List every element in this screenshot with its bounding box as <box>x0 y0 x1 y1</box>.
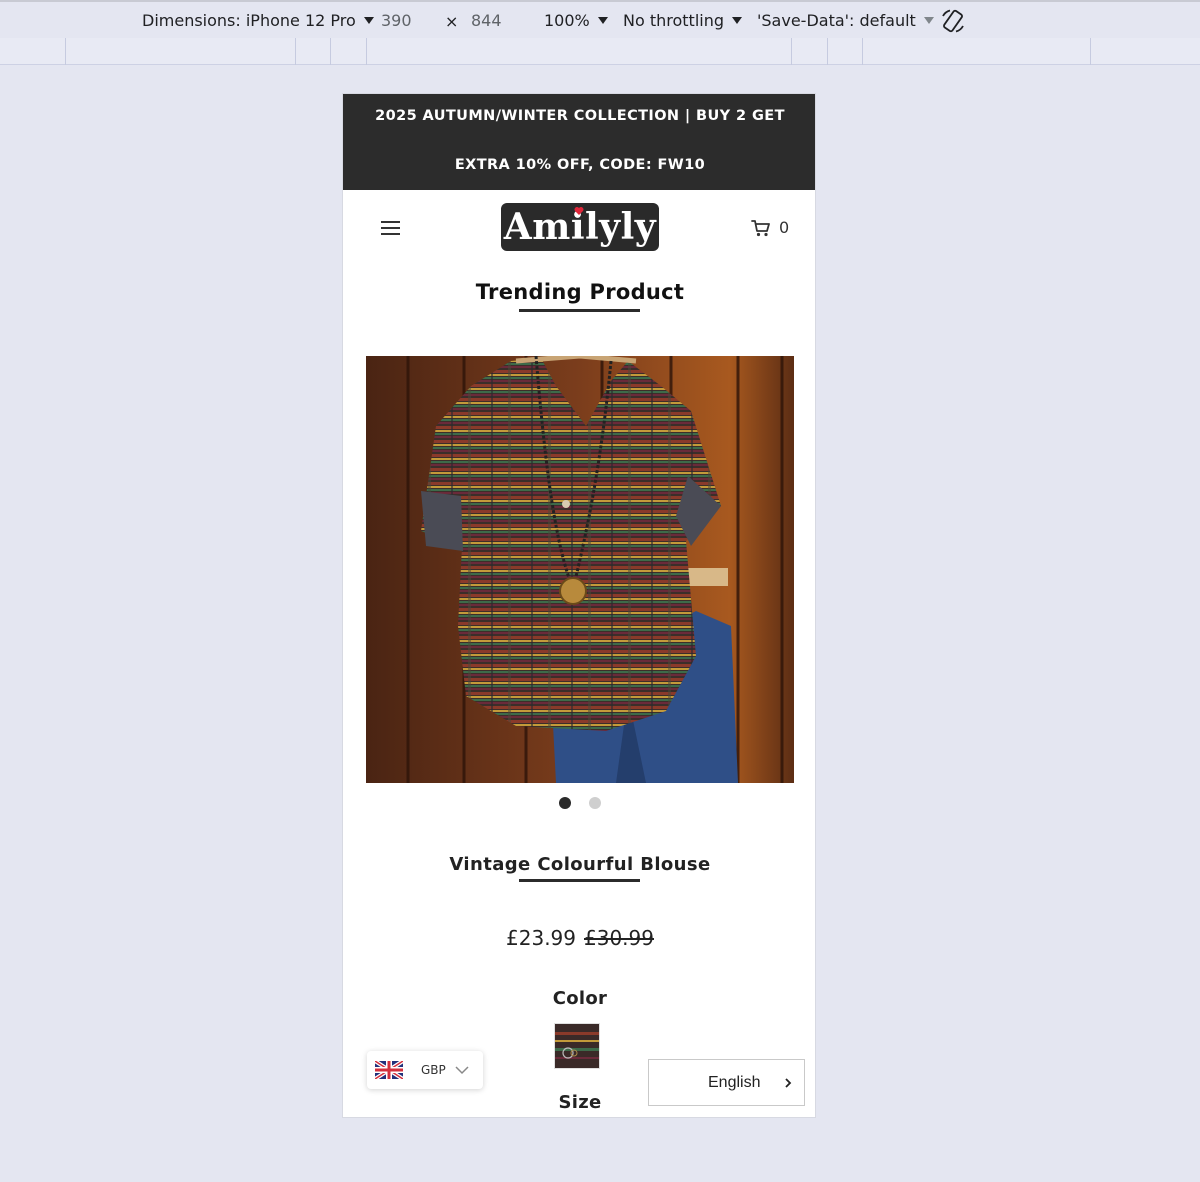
device-selector[interactable]: Dimensions: iPhone 12 Pro <box>142 11 374 30</box>
rotate-icon[interactable] <box>940 8 966 34</box>
ruler-mark[interactable] <box>295 38 296 65</box>
media-query-ruler <box>0 38 1200 65</box>
throttling-value: No throttling <box>623 11 725 30</box>
save-data-selector[interactable]: 'Save-Data': default <box>757 11 934 30</box>
ruler-mark[interactable] <box>65 38 66 65</box>
store-logo[interactable]: Amilyly <box>501 203 659 251</box>
chevron-down-icon <box>732 17 743 24</box>
carousel-dot[interactable] <box>559 797 571 809</box>
zoom-selector[interactable]: 100% <box>544 11 608 30</box>
ruler-mark[interactable] <box>330 38 331 65</box>
product-image[interactable] <box>366 356 794 783</box>
width-input[interactable]: 390 <box>381 11 412 30</box>
cart-button[interactable]: 0 <box>751 218 789 237</box>
uk-flag-icon <box>375 1061 403 1079</box>
device-viewport: 2025 AUTUMN/WINTER COLLECTION | BUY 2 GE… <box>342 93 816 1118</box>
promo-banner[interactable]: 2025 AUTUMN/WINTER COLLECTION | BUY 2 GE… <box>343 94 815 190</box>
device-label: Dimensions: iPhone 12 Pro <box>142 11 356 30</box>
language-label: English <box>708 1073 761 1091</box>
cart-icon <box>751 219 770 236</box>
chevron-right-icon <box>785 1077 792 1088</box>
product-name[interactable]: Vintage Colourful Blouse <box>343 854 815 875</box>
image-carousel-dots <box>343 797 815 809</box>
ruler-mark[interactable] <box>366 38 367 65</box>
color-label: Color <box>552 988 608 1009</box>
section-title: Trending Product <box>475 280 685 304</box>
title-underline <box>519 309 640 312</box>
promo-line-2: EXTRA 10% OFF, CODE: FW10 <box>454 157 706 173</box>
height-input[interactable]: 844 <box>471 11 502 30</box>
throttling-selector[interactable]: No throttling <box>623 11 743 30</box>
ruler-mark[interactable] <box>862 38 863 65</box>
swatch-thumbnail <box>555 1024 599 1068</box>
chevron-down-icon <box>363 17 374 24</box>
currency-code: GBP <box>421 1063 446 1077</box>
chevron-down-icon <box>597 17 608 24</box>
save-data-value: 'Save-Data': default <box>757 11 916 30</box>
original-price: £30.99 <box>584 926 654 950</box>
height-value: 844 <box>471 11 502 30</box>
cart-count: 0 <box>779 218 790 237</box>
ruler-mark[interactable] <box>1090 38 1091 65</box>
promo-line-1: 2025 AUTUMN/WINTER COLLECTION | BUY 2 GE… <box>375 108 785 124</box>
price-row: £23.99 £30.99 <box>343 926 815 950</box>
width-value: 390 <box>381 11 412 30</box>
chevron-down-icon <box>923 17 934 24</box>
zoom-value: 100% <box>544 11 590 30</box>
carousel-dot[interactable] <box>589 797 601 809</box>
ruler-mark[interactable] <box>791 38 792 65</box>
sale-price: £23.99 <box>506 926 576 950</box>
product-name-underline <box>519 879 640 882</box>
currency-selector[interactable]: GBP <box>367 1051 483 1089</box>
hamburger-menu-icon[interactable] <box>381 221 401 237</box>
ruler-mark[interactable] <box>827 38 828 65</box>
blouse-photo <box>366 356 794 783</box>
devtools-device-toolbar: Dimensions: iPhone 12 Pro 390 × 844 100%… <box>0 0 1200 38</box>
language-selector[interactable]: English <box>648 1059 805 1106</box>
color-swatch[interactable] <box>554 1023 600 1069</box>
chevron-down-icon <box>455 1066 469 1075</box>
heart-icon <box>574 207 584 215</box>
times-icon: × <box>445 12 459 31</box>
dimension-separator: × <box>445 12 458 31</box>
